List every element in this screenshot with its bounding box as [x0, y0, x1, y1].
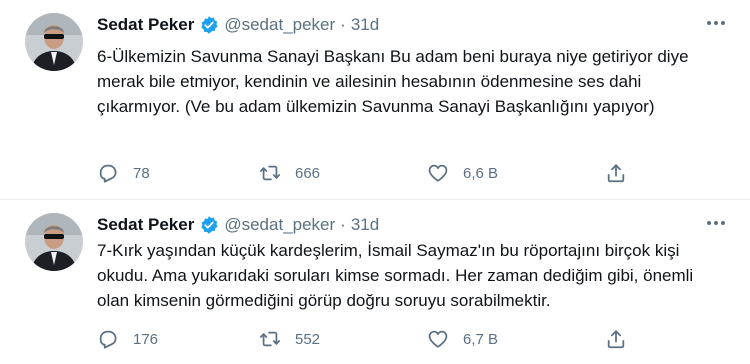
avatar[interactable] — [25, 213, 83, 271]
separator-dot: · — [340, 215, 346, 234]
tweet-actions: 176 552 6,7 B — [97, 326, 657, 352]
like-icon — [427, 328, 449, 350]
reply-count: 78 — [133, 164, 150, 182]
verified-badge-icon — [199, 215, 219, 235]
username[interactable]: @sedat_peker — [224, 215, 335, 235]
share-icon — [605, 328, 627, 350]
share-button[interactable] — [605, 326, 627, 352]
display-name[interactable]: Sedat Peker — [97, 215, 194, 235]
tweet-text: 6-Ülkemizin Savunma Sanayi Başkanı Bu ad… — [97, 47, 689, 116]
like-button[interactable]: 6,6 B — [427, 160, 498, 186]
username[interactable]: @sedat_peker — [224, 15, 335, 35]
separator-dot: · — [340, 15, 346, 34]
reply-count: 176 — [133, 330, 159, 348]
display-name[interactable]: Sedat Peker — [97, 15, 194, 35]
reply-icon — [97, 162, 119, 184]
tweet-actions: 78 666 6,6 B — [97, 160, 657, 186]
more-icon[interactable] — [704, 14, 728, 32]
tweet-header: Sedat Peker @sedat_peker · 31d — [97, 213, 379, 237]
timestamp[interactable]: 31d — [351, 215, 379, 235]
timestamp[interactable]: 31d — [351, 15, 379, 35]
reply-button[interactable]: 78 — [97, 160, 150, 186]
share-icon — [605, 162, 627, 184]
tweet[interactable]: Sedat Peker @sedat_peker · 31d 7-Kırk ya… — [0, 200, 750, 364]
retweet-button[interactable]: 552 — [259, 326, 320, 352]
share-button[interactable] — [605, 160, 627, 186]
verified-badge-icon — [199, 15, 219, 35]
reply-icon — [97, 328, 119, 350]
more-icon[interactable] — [704, 214, 728, 232]
tweet-text: 7-Kırk yaşından küçük kardeşlerim, İsmai… — [97, 241, 694, 310]
retweet-icon — [259, 162, 281, 184]
tweet-header: Sedat Peker @sedat_peker · 31d — [97, 13, 379, 37]
retweet-icon — [259, 328, 281, 350]
retweet-count: 666 — [295, 164, 321, 182]
reply-button[interactable]: 176 — [97, 326, 158, 352]
retweet-count: 552 — [295, 330, 321, 348]
retweet-button[interactable]: 666 — [259, 160, 320, 186]
avatar[interactable] — [25, 13, 83, 71]
like-icon — [427, 162, 449, 184]
tweet[interactable]: Sedat Peker @sedat_peker · 31d 6-Ülkemiz… — [0, 0, 750, 200]
like-button[interactable]: 6,7 B — [427, 326, 498, 352]
like-count: 6,6 B — [463, 164, 499, 182]
like-count: 6,7 B — [463, 330, 499, 348]
